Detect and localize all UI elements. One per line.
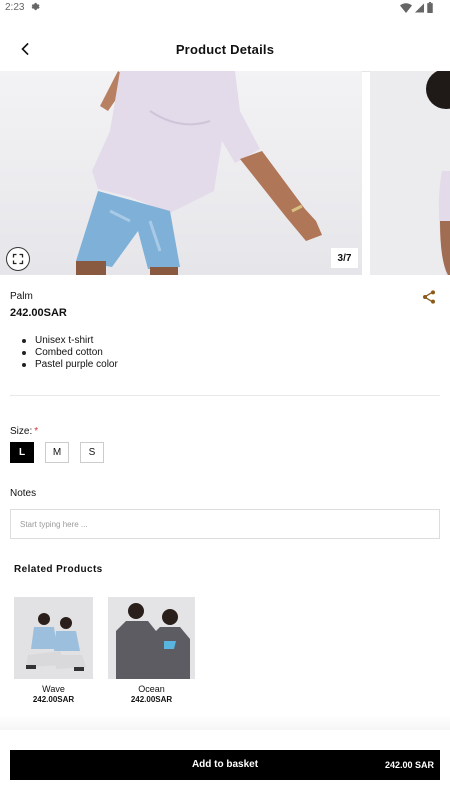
size-option-s[interactable]: S: [80, 442, 104, 463]
status-icons: [400, 2, 433, 16]
related-product-card[interactable]: Ocean 242.00SAR: [108, 597, 195, 704]
feature-item: Unisex t-shirt: [22, 335, 118, 347]
share-icon[interactable]: [421, 289, 439, 305]
image-counter: 3/7: [331, 248, 358, 268]
feature-item: Pastel purple color: [22, 359, 118, 371]
feature-item: Combed cotton: [22, 347, 118, 359]
expand-icon[interactable]: [6, 247, 30, 271]
size-label-text: Size:: [10, 426, 33, 437]
size-option-m[interactable]: M: [45, 442, 69, 463]
basket-total: 242.00 SAR: [384, 760, 434, 770]
size-option-l[interactable]: L: [10, 442, 34, 463]
wifi-icon: [400, 2, 412, 16]
status-bar: 2:23: [0, 0, 450, 16]
related-product-price: 242.00SAR: [32, 695, 75, 704]
related-product-image[interactable]: [108, 597, 195, 679]
size-label: Size: *: [10, 426, 38, 437]
related-products-title: Related Products: [14, 564, 103, 575]
product-price: 242.00SAR: [10, 307, 67, 319]
notes-label: Notes: [10, 488, 37, 499]
bottom-bar: Add to basket 242.00 SAR: [0, 730, 450, 800]
product-image-gallery[interactable]: 3/7: [0, 71, 450, 275]
page-title: Product Details: [175, 42, 275, 57]
related-product-name: Wave: [42, 684, 65, 694]
related-product-image[interactable]: [14, 597, 93, 679]
signal-icon: [415, 3, 424, 16]
related-product-name: Ocean: [138, 684, 165, 694]
related-product-price: 242.00SAR: [130, 695, 173, 704]
notes-input[interactable]: [10, 509, 440, 539]
gear-icon: [29, 1, 40, 15]
add-to-basket-label: Add to basket: [191, 759, 259, 770]
battery-icon: [427, 2, 433, 16]
product-name: Palm: [10, 291, 33, 302]
status-time: 2:23: [5, 2, 25, 13]
divider: [10, 395, 440, 396]
related-product-card[interactable]: Wave 242.00SAR: [14, 597, 93, 704]
add-to-basket-button[interactable]: Add to basket 242.00 SAR: [10, 750, 440, 780]
required-mark: *: [34, 426, 39, 437]
product-image[interactable]: 3/7: [0, 71, 362, 275]
product-features: Unisex t-shirt Combed cotton Pastel purp…: [22, 335, 118, 371]
product-image-next[interactable]: [370, 71, 450, 275]
app-bar: Product Details: [0, 28, 450, 72]
